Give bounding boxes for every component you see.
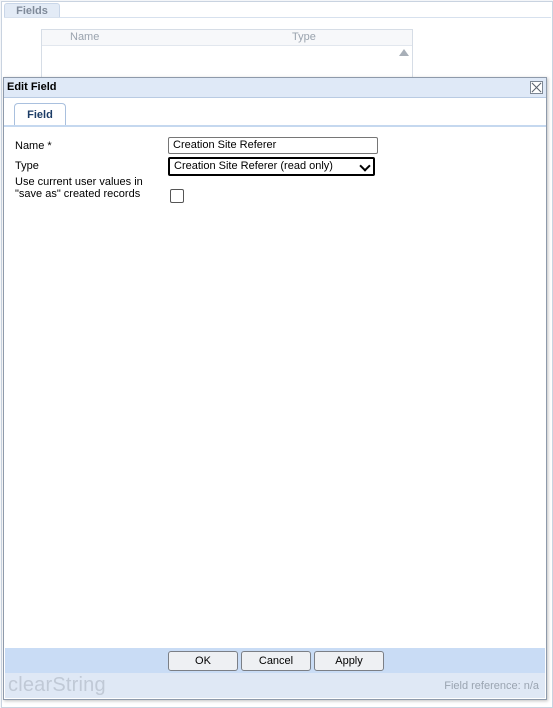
field-reference: Field reference: n/a — [444, 680, 539, 692]
button-bar: OK Cancel Apply — [5, 648, 545, 673]
save-as-checkbox[interactable] — [170, 189, 184, 203]
tab-fields[interactable]: Fields — [4, 3, 60, 18]
dialog-tab-strip: Field — [4, 98, 546, 127]
status-bar: clearString Field reference: n/a — [5, 673, 545, 698]
close-icon[interactable] — [530, 81, 543, 94]
cancel-button[interactable]: Cancel — [241, 651, 311, 671]
type-select[interactable]: Creation Site Referer (read only) — [168, 157, 375, 176]
brand-logo: clearString — [8, 674, 106, 696]
column-header-name[interactable]: Name — [70, 31, 99, 43]
fields-grid: Name Type — [41, 29, 413, 79]
chevron-down-icon — [359, 160, 371, 172]
dialog-title: Edit Field — [7, 81, 57, 93]
fields-grid-header: Name Type — [42, 30, 412, 46]
save-as-label-line2: "save as" created records — [15, 188, 141, 200]
name-label: Name * — [15, 140, 52, 152]
name-input[interactable]: Creation Site Referer — [168, 137, 378, 154]
save-as-label-line1: Use current user values in — [15, 176, 143, 188]
ok-button[interactable]: OK — [168, 651, 238, 671]
tab-underline — [4, 125, 546, 127]
dialog-title-bar[interactable]: Edit Field — [4, 78, 546, 98]
type-select-value: Creation Site Referer (read only) — [174, 160, 333, 172]
scroll-up-icon[interactable] — [399, 49, 409, 56]
tab-divider — [4, 17, 551, 18]
type-label: Type — [15, 160, 39, 172]
column-header-type[interactable]: Type — [292, 31, 316, 43]
edit-field-dialog: Edit Field Field Name * Creation Site Re… — [3, 77, 547, 700]
tab-field[interactable]: Field — [14, 103, 66, 126]
apply-button[interactable]: Apply — [314, 651, 384, 671]
